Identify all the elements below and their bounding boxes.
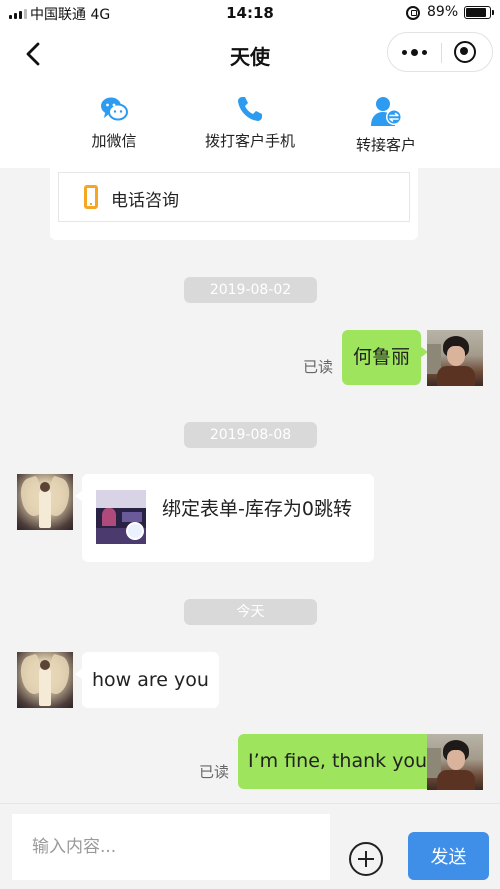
transfer-customer-label: 转接客户 bbox=[355, 136, 416, 154]
wechat-icon bbox=[101, 97, 128, 121]
add-wechat-button[interactable]: 加微信 bbox=[54, 94, 174, 151]
date-divider: 2019-08-02 bbox=[184, 277, 317, 303]
call-customer-label: 拨打客户手机 bbox=[204, 132, 295, 150]
customer-avatar[interactable] bbox=[17, 652, 73, 708]
read-status: 已读 bbox=[199, 763, 230, 781]
mobile-phone-icon bbox=[84, 185, 98, 209]
message-input[interactable] bbox=[12, 814, 330, 880]
input-bar: 发送 bbox=[0, 803, 500, 889]
phone-consult-button[interactable]: 电话咨询 bbox=[58, 172, 410, 222]
form-thumbnail bbox=[96, 490, 146, 544]
close-mini-program-button[interactable] bbox=[454, 41, 476, 63]
form-card-title: 绑定表单-库存为0跳转 bbox=[162, 498, 352, 520]
battery-percent: 89% bbox=[427, 4, 459, 20]
phone-consult-card: 电话咨询 bbox=[50, 160, 418, 240]
more-menu-button[interactable] bbox=[388, 33, 441, 71]
add-attachment-button[interactable] bbox=[349, 842, 383, 876]
call-customer-button[interactable]: 拨打客户手机 bbox=[190, 94, 310, 151]
action-bar: 加微信 拨打客户手机 转接客户 bbox=[0, 82, 500, 168]
battery-icon bbox=[464, 6, 494, 19]
read-status: 已读 bbox=[303, 358, 334, 376]
capsule-divider bbox=[441, 43, 442, 63]
rotation-lock-icon bbox=[406, 6, 420, 20]
mini-program-capsule bbox=[387, 32, 493, 72]
transfer-customer-button[interactable]: 转接客户 bbox=[326, 94, 446, 155]
message-bubble-received[interactable]: how are you bbox=[75, 652, 219, 708]
add-wechat-label: 加微信 bbox=[91, 132, 137, 150]
form-card-message[interactable]: 绑定表单-库存为0跳转 bbox=[75, 474, 374, 562]
message-bubble-sent[interactable]: 何鲁丽 bbox=[342, 330, 429, 385]
nav-bar: 天使 bbox=[0, 26, 500, 82]
my-avatar[interactable] bbox=[427, 330, 483, 386]
customer-avatar[interactable] bbox=[17, 474, 73, 530]
transfer-user-icon bbox=[371, 97, 402, 126]
send-button[interactable]: 发送 bbox=[408, 832, 489, 880]
phone-icon bbox=[238, 97, 262, 121]
status-bar: 中国联通 4G 14:18 89% bbox=[0, 0, 500, 26]
date-divider: 2019-08-08 bbox=[184, 422, 317, 448]
my-avatar[interactable] bbox=[427, 734, 483, 790]
date-divider: 今天 bbox=[184, 599, 317, 625]
phone-consult-label: 电话咨询 bbox=[111, 191, 179, 211]
status-time: 14:18 bbox=[226, 4, 274, 22]
message-bubble-sent[interactable]: I’m fine, thank you bbox=[238, 734, 445, 789]
